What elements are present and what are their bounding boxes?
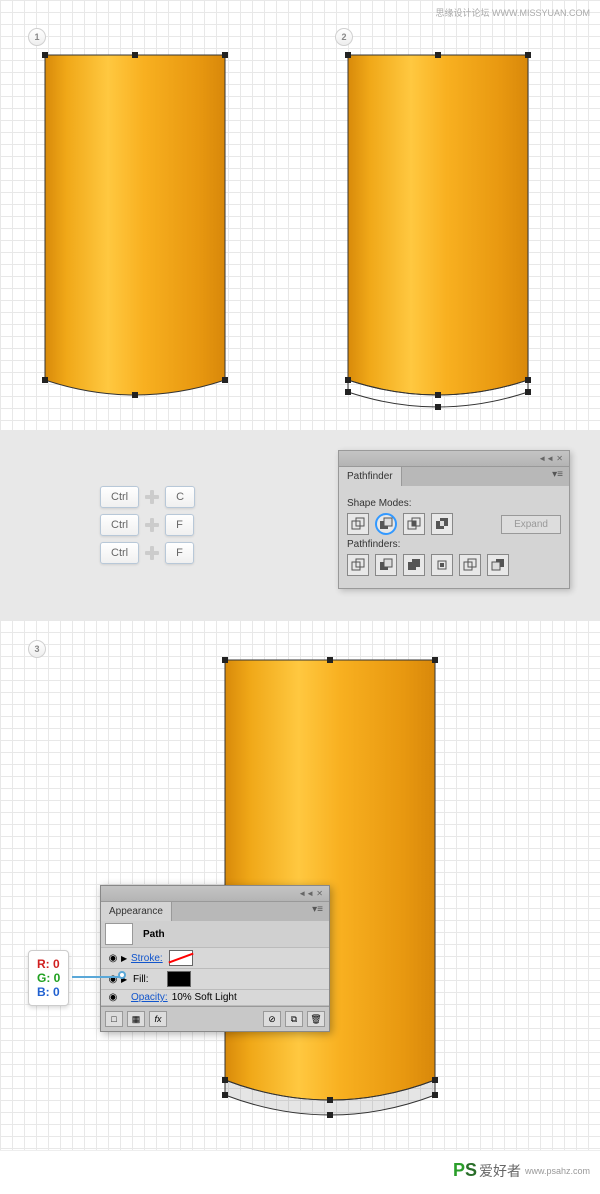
panel-body: Shape Modes: Expand Pathfinders: (339, 486, 569, 588)
appearance-rows: Path ◉ ▶ Stroke: ◉ ▶ Fill: ◉ Opacity: 10… (101, 921, 329, 1006)
path-thumbnail (105, 923, 133, 945)
plus-icon (145, 518, 159, 532)
unite-icon[interactable] (347, 513, 369, 535)
clear-icon[interactable]: ⊘ (263, 1011, 281, 1027)
panel-collapse-icons[interactable]: ◄◄ ✕ (538, 454, 563, 463)
minus-back-icon[interactable] (487, 554, 509, 576)
delete-icon[interactable]: 🗑 (307, 1011, 325, 1027)
crop-icon[interactable] (431, 554, 453, 576)
stroke-swatch-none[interactable] (169, 950, 193, 966)
appearance-footer: □ ▦ fx ⊘ ⧉ 🗑 (101, 1006, 329, 1031)
rgb-r: R: 0 (37, 957, 60, 971)
cylinder-illustration (0, 0, 600, 430)
panel-header[interactable]: ◄◄ ✕ (101, 886, 329, 902)
panel-header[interactable]: ◄◄ ✕ (339, 451, 569, 467)
footer-url: www.psahz.com (525, 1166, 590, 1176)
visibility-icon[interactable]: ◉ (105, 953, 121, 964)
new-art-icon[interactable]: □ (105, 1011, 123, 1027)
appearance-path-row[interactable]: Path (101, 921, 329, 948)
plus-icon (145, 490, 159, 504)
tutorial-step-1-2: 思缘设计论坛 WWW.MISSYUAN.COM 1 2 (0, 0, 600, 430)
keyboard-shortcuts: Ctrl C Ctrl F Ctrl F (100, 480, 195, 570)
visibility-icon[interactable]: ◉ (105, 992, 121, 1003)
duplicate-icon[interactable]: ⧉ (285, 1011, 303, 1027)
tutorial-step-3: 3 ◄◄ ✕ Appearance ▾≡ Path ◉ (0, 620, 600, 1150)
panel-tabs: Appearance ▾≡ (101, 902, 329, 921)
pathfinder-tab[interactable]: Pathfinder (339, 467, 402, 486)
appearance-panel[interactable]: ◄◄ ✕ Appearance ▾≡ Path ◉ ▶ Stroke: ◉ ▶ … (100, 885, 330, 1032)
exclude-icon[interactable] (431, 513, 453, 535)
pathfinders-label: Pathfinders: (347, 539, 561, 550)
pathfinder-panel[interactable]: ◄◄ ✕ Pathfinder ▾≡ Shape Modes: Expand P… (338, 450, 570, 589)
footer-tag: 爱好者 (479, 1161, 521, 1181)
panel-tabs: Pathfinder ▾≡ (339, 467, 569, 486)
appearance-stroke-row[interactable]: ◉ ▶ Stroke: (101, 948, 329, 969)
key-ctrl: Ctrl (100, 542, 139, 564)
outline-icon[interactable] (459, 554, 481, 576)
rgb-g: G: 0 (37, 971, 60, 985)
fill-label: Fill: (133, 974, 149, 985)
shape-modes-label: Shape Modes: (347, 498, 561, 509)
key-ctrl: Ctrl (100, 514, 139, 536)
rgb-b: B: 0 (37, 985, 60, 999)
layer-icon[interactable]: ▦ (127, 1011, 145, 1027)
expand-button[interactable]: Expand (501, 515, 561, 534)
trim-icon[interactable] (375, 554, 397, 576)
shortcut-row: Ctrl C (100, 486, 195, 508)
panel-collapse-icons[interactable]: ◄◄ ✕ (298, 889, 323, 898)
shortcuts-and-pathfinder: Ctrl C Ctrl F Ctrl F ◄◄ ✕ Pathfinder ▾≡ … (0, 430, 600, 620)
opacity-label[interactable]: Opacity: (131, 992, 168, 1003)
appearance-opacity-row[interactable]: ◉ Opacity: 10% Soft Light (101, 990, 329, 1006)
panel-menu-icon[interactable]: ▾≡ (306, 902, 329, 921)
key-f: F (165, 514, 194, 536)
expand-triangle-icon[interactable]: ▶ (121, 954, 131, 963)
shortcut-row: Ctrl F (100, 542, 195, 564)
appearance-tab[interactable]: Appearance (101, 902, 172, 921)
fill-swatch-black[interactable] (167, 971, 191, 987)
shortcut-row: Ctrl F (100, 514, 195, 536)
stroke-label[interactable]: Stroke: (131, 953, 163, 964)
key-f: F (165, 542, 194, 564)
callout-dot (118, 971, 126, 979)
rgb-callout: R: 0 G: 0 B: 0 (28, 950, 69, 1006)
key-ctrl: Ctrl (100, 486, 139, 508)
minus-front-icon[interactable] (375, 513, 397, 535)
merge-icon[interactable] (403, 554, 425, 576)
panel-menu-icon[interactable]: ▾≡ (546, 467, 569, 486)
footer: PS 爱好者 www.psahz.com (0, 1150, 600, 1190)
opacity-value: 10% Soft Light (172, 992, 237, 1003)
divide-icon[interactable] (347, 554, 369, 576)
key-c: C (165, 486, 195, 508)
plus-icon (145, 546, 159, 560)
appearance-fill-row[interactable]: ◉ ▶ Fill: (101, 969, 329, 990)
fx-icon[interactable]: fx (149, 1011, 167, 1027)
intersect-icon[interactable] (403, 513, 425, 535)
path-label: Path (143, 929, 165, 940)
callout-connector (72, 976, 120, 978)
